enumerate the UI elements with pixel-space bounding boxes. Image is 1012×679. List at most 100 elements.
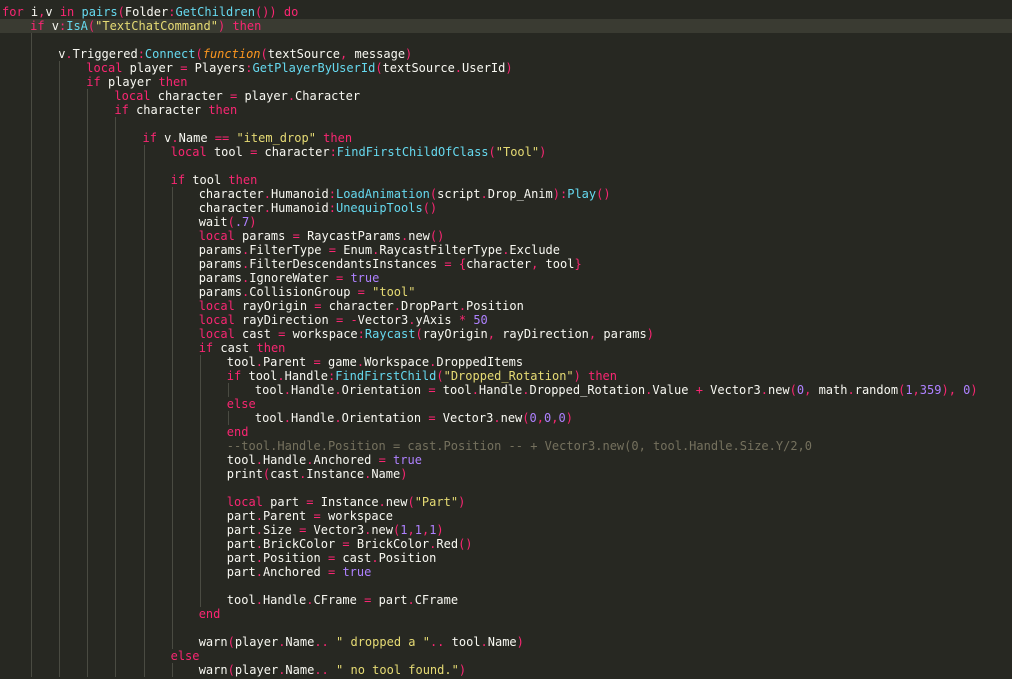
code-editor[interactable]: for i,v in pairs(Folder:GetChildren()) d… [0,0,1012,679]
code-token: ( [195,47,203,61]
code-line[interactable]: part.Parent = workspace [0,509,1012,523]
code-token: v [45,5,60,19]
code-line[interactable]: if v.Name == "item_drop" then [0,131,1012,145]
indent-guide [143,481,145,495]
code-line[interactable]: params.FilterType = Enum.RaycastFilterTy… [0,243,1012,257]
indent-guide [59,355,61,369]
code-line[interactable] [0,117,1012,131]
code-line[interactable]: part.Size = Vector3.new(1,1,1) [0,523,1012,537]
code-line[interactable]: part.Position = cast.Position [0,551,1012,565]
indent-guide [59,425,61,439]
indent-guide [31,411,33,425]
indent-guide [59,509,61,523]
code-line[interactable]: tool.Handle.Orientation = tool.Handle.Dr… [0,383,1012,397]
indent-guide [115,159,117,173]
code-token: part [226,551,256,565]
code-line[interactable]: wait(.7) [0,215,1012,229]
code-line[interactable]: local part = Instance.new("Part") [0,495,1012,509]
code-line[interactable]: local rayDirection = -Vector3.yAxis * 50 [0,313,1012,327]
code-text: params.CollisionGroup = "tool" [199,285,416,299]
code-line[interactable]: params.FilterDescendantsInstances = {cha… [0,257,1012,271]
indent-guide [171,495,173,509]
code-token: "Tool" [495,145,540,159]
indent-guide [87,621,89,635]
code-line[interactable]: print(cast.Instance.Name) [0,467,1012,481]
indent-guide [31,523,33,537]
code-token: ( [407,495,415,509]
code-token: = [292,229,300,243]
code-line[interactable]: v.Triggered:Connect(function(textSource,… [0,47,1012,61]
indent-guide [115,299,117,313]
code-line[interactable]: for i,v in pairs(Folder:GetChildren()) d… [0,5,1012,19]
indent-guide [171,271,173,285]
code-token: . [493,411,501,425]
code-line[interactable]: else [0,397,1012,411]
code-token: local [198,313,235,327]
indent-guide [59,159,61,173]
code-token: end [226,425,249,439]
indent-guide [115,481,117,495]
code-line[interactable]: end [0,425,1012,439]
code-line[interactable]: params.CollisionGroup = "tool" [0,285,1012,299]
code-token: = [378,453,386,467]
code-token: Name [487,635,517,649]
indent-guide [31,481,33,495]
code-line[interactable]: else [0,649,1012,663]
code-text: else [171,649,200,663]
indent-guide [59,537,61,551]
code-line[interactable]: local params = RaycastParams.new() [0,229,1012,243]
code-line[interactable] [0,159,1012,173]
code-line[interactable]: part.BrickColor = BrickColor.Red() [0,537,1012,551]
code-line[interactable]: local cast = workspace:Raycast(rayOrigin… [0,327,1012,341]
code-token: Exclude [509,243,560,257]
code-line[interactable]: if tool then [0,173,1012,187]
indent-guide [199,467,201,481]
code-line[interactable]: warn(player.Name.. " dropped a ".. tool.… [0,635,1012,649]
indent-guide [59,327,61,341]
code-line[interactable]: --tool.Handle.Position = cast.Position -… [0,439,1012,453]
code-token: "tool" [372,285,416,299]
code-line[interactable]: if character then [0,103,1012,117]
indent-guide [87,425,89,439]
indent-guide [171,187,173,201]
code-line[interactable]: if cast then [0,341,1012,355]
indent-guide [143,649,145,663]
code-line[interactable]: tool.Handle.CFrame = part.CFrame [0,593,1012,607]
indent-guide [115,257,117,271]
code-text: tool.Handle.Orientation = tool.Handle.Dr… [255,383,978,397]
code-token: " no tool found." [336,663,459,677]
code-line[interactable]: if tool.Handle:FindFirstChild("Dropped_R… [0,369,1012,383]
code-line[interactable]: tool.Handle.Anchored = true [0,453,1012,467]
code-line[interactable] [0,33,1012,47]
code-line[interactable]: if player then [0,75,1012,89]
indent-guide [199,397,201,411]
code-line[interactable] [0,481,1012,495]
indent-guide [199,509,201,523]
code-line[interactable]: local tool = character:FindFirstChildOfC… [0,145,1012,159]
indent-guide [143,425,145,439]
code-token: workspace [320,509,393,523]
code-text: else [227,397,256,411]
code-line[interactable]: character.Humanoid:LoadAnimation(script.… [0,187,1012,201]
code-token: i [23,5,39,19]
code-line[interactable]: local rayOrigin = character.DropPart.Pos… [0,299,1012,313]
code-line[interactable]: part.Anchored = true [0,565,1012,579]
code-token: . [480,187,488,201]
code-line[interactable]: character.Humanoid:UnequipTools() [0,201,1012,215]
code-line[interactable]: if v:IsA("TextChatCommand") then [0,19,1012,33]
code-line[interactable]: local player = Players:GetPlayerByUserId… [0,61,1012,75]
code-line[interactable]: params.IgnoreWater = true [0,271,1012,285]
code-line[interactable] [0,621,1012,635]
code-line[interactable]: tool.Handle.Orientation = Vector3.new(0,… [0,411,1012,425]
code-token: character [150,89,230,103]
code-line[interactable]: tool.Parent = game.Workspace.DroppedItem… [0,355,1012,369]
code-line[interactable] [0,579,1012,593]
code-line[interactable]: end [0,607,1012,621]
code-line[interactable]: local character = player.Character [0,89,1012,103]
code-line[interactable]: warn(player.Name.. " no tool found.") [0,663,1012,677]
code-token: . [277,369,285,383]
code-token: workspace [285,327,358,341]
indent-guide [87,313,89,327]
code-token: . [522,383,530,397]
indent-guide [59,313,61,327]
